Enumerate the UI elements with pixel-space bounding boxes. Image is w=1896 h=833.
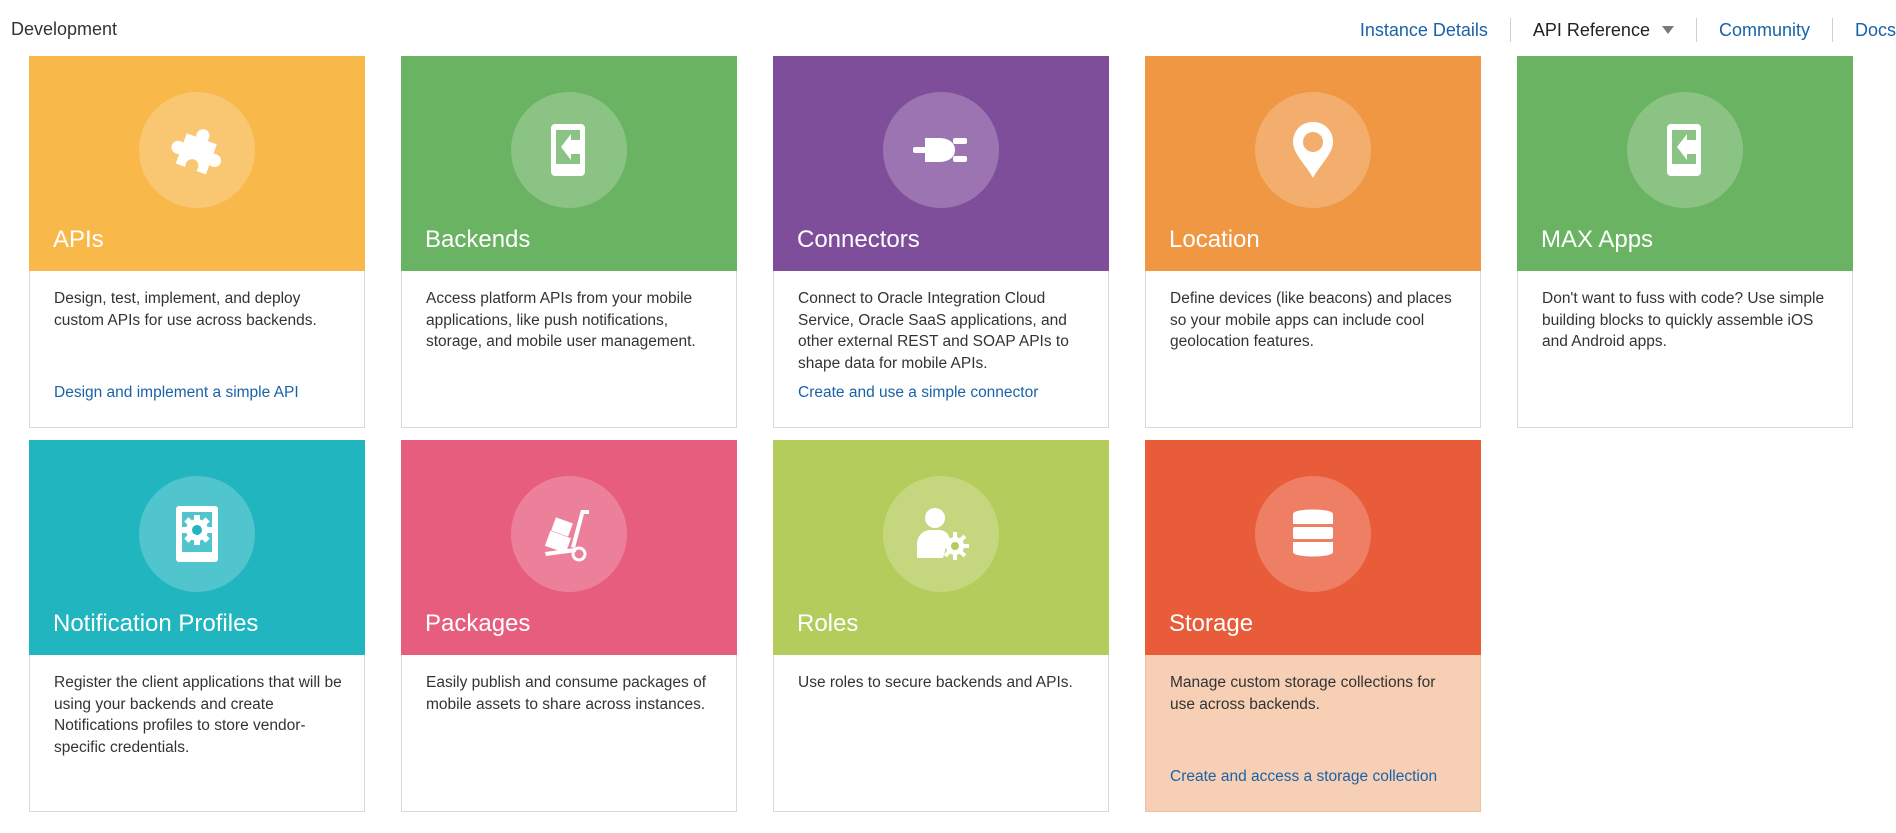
card-header: MAX Apps <box>1517 56 1853 271</box>
card-title: Notification Profiles <box>53 610 259 637</box>
card-header: Connectors <box>773 56 1109 271</box>
card-title: Roles <box>797 610 859 637</box>
card-header: Storage <box>1145 440 1481 655</box>
card-link[interactable]: Create and use a simple connector <box>798 384 1038 402</box>
api-reference-dropdown[interactable]: API Reference <box>1511 20 1696 41</box>
card-backends[interactable]: Backends Access platform APIs from your … <box>401 56 737 428</box>
chevron-down-icon <box>1661 26 1674 34</box>
page-title: Development <box>11 19 118 39</box>
card-storage[interactable]: Storage Manage custom storage collection… <box>1145 440 1481 812</box>
user-gear-icon <box>883 476 999 592</box>
card-max-apps[interactable]: MAX Apps Don't want to fuss with code? U… <box>1517 56 1853 428</box>
card-title: Backends <box>425 226 531 253</box>
mobile-app-icon <box>1627 92 1743 208</box>
card-title: Location <box>1169 226 1260 253</box>
instance-details-link[interactable]: Instance Details <box>1338 20 1510 41</box>
hand-truck-icon <box>511 476 627 592</box>
card-header: Packages <box>401 440 737 655</box>
card-header: APIs <box>29 56 365 271</box>
community-link[interactable]: Community <box>1697 20 1832 41</box>
card-notification-profiles[interactable]: Notification Profiles Register the clien… <box>29 440 365 812</box>
card-roles[interactable]: Roles Use roles to secure backends and A… <box>773 440 1109 812</box>
map-pin-icon <box>1255 92 1371 208</box>
puzzle-icon <box>139 92 255 208</box>
card-title: MAX Apps <box>1541 226 1654 253</box>
docs-link[interactable]: Docs <box>1833 20 1896 41</box>
card-description: Define devices (like beacons) and places… <box>1170 290 1452 350</box>
card-link[interactable]: Create and access a storage collection <box>1170 768 1437 786</box>
tablet-gear-icon <box>139 476 255 592</box>
card-title: Storage <box>1169 610 1254 637</box>
mobile-backend-icon <box>511 92 627 208</box>
card-description: Access platform APIs from your mobile ap… <box>426 290 696 350</box>
plug-icon <box>883 92 999 208</box>
feature-grid: APIs Design, test, implement, and deploy… <box>29 56 1853 812</box>
card-header: Backends <box>401 56 737 271</box>
card-description: Don't want to fuss with code? Use simple… <box>1542 290 1825 350</box>
card-location[interactable]: Location Define devices (like beacons) a… <box>1145 56 1481 428</box>
card-description: Connect to Oracle Integration Cloud Serv… <box>798 290 1069 372</box>
card-packages[interactable]: Packages Easily publish and consume pack… <box>401 440 737 812</box>
card-description: Use roles to secure backends and APIs. <box>798 674 1073 691</box>
card-title: Packages <box>425 610 531 637</box>
card-title: Connectors <box>797 226 920 253</box>
top-bar: Development Instance Details API Referen… <box>0 0 1896 56</box>
top-nav: Instance Details API Reference Community… <box>1338 18 1896 42</box>
card-description: Manage custom storage collections for us… <box>1170 674 1436 713</box>
card-description: Easily publish and consume packages of m… <box>426 674 707 713</box>
database-icon <box>1255 476 1371 592</box>
card-connectors[interactable]: Connectors Connect to Oracle Integration… <box>773 56 1109 428</box>
card-link[interactable]: Design and implement a simple API <box>54 384 299 402</box>
card-title: APIs <box>53 226 104 253</box>
card-description: Design, test, implement, and deploy cust… <box>54 290 317 329</box>
card-header: Location <box>1145 56 1481 271</box>
card-description: Register the client applications that wi… <box>54 674 342 756</box>
card-apis[interactable]: APIs Design, test, implement, and deploy… <box>29 56 365 428</box>
api-reference-label: API Reference <box>1532 19 1650 40</box>
card-header: Roles <box>773 440 1109 655</box>
card-header: Notification Profiles <box>29 440 365 655</box>
